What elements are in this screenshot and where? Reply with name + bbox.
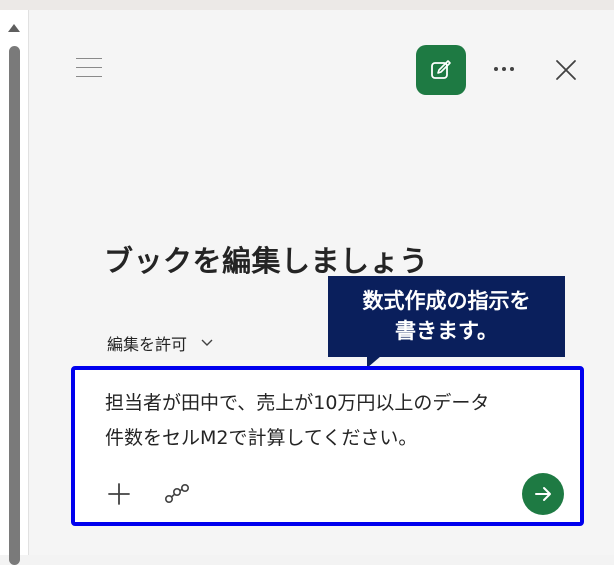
page-title: ブックを編集しましょう bbox=[104, 244, 429, 278]
more-horizontal-icon bbox=[494, 67, 514, 71]
scroll-thumb[interactable] bbox=[9, 46, 20, 565]
hamburger-icon[interactable] bbox=[76, 58, 102, 78]
arrow-right-icon bbox=[535, 487, 551, 501]
prompt-composer[interactable]: 担当者が田中で、売上が10万円以上のデータ 件数をセルM2で計算してください。 bbox=[71, 366, 584, 526]
link-nodes-icon bbox=[164, 483, 189, 504]
close-icon bbox=[556, 60, 576, 80]
more-options-button[interactable] bbox=[489, 55, 519, 83]
plus-icon bbox=[108, 483, 130, 505]
new-chat-button[interactable] bbox=[416, 45, 466, 95]
callout-line-1: 数式作成の指示を bbox=[362, 289, 531, 313]
attach-button[interactable] bbox=[105, 480, 133, 508]
annotation-callout: 数式作成の指示を 書きます。 bbox=[328, 276, 565, 357]
reference-button[interactable] bbox=[163, 482, 191, 506]
scroll-up-arrow-icon[interactable] bbox=[8, 24, 20, 32]
compose-icon bbox=[431, 60, 451, 79]
prompt-line-2: 件数をセルM2で計算してください。 bbox=[105, 427, 418, 449]
callout-line-2: 書きます。 bbox=[395, 319, 498, 343]
prompt-input[interactable]: 担当者が田中で、売上が10万円以上のデータ 件数をセルM2で計算してください。 bbox=[105, 386, 555, 456]
chevron-down-icon bbox=[201, 339, 213, 346]
scrollbar[interactable] bbox=[0, 10, 29, 565]
send-button[interactable] bbox=[522, 473, 564, 515]
window-top-strip bbox=[0, 0, 614, 10]
permission-dropdown[interactable]: 編集を許可 bbox=[107, 331, 213, 355]
close-button[interactable] bbox=[552, 56, 580, 84]
permission-label: 編集を許可 bbox=[107, 335, 188, 354]
prompt-line-1: 担当者が田中で、売上が10万円以上のデータ bbox=[105, 392, 490, 414]
